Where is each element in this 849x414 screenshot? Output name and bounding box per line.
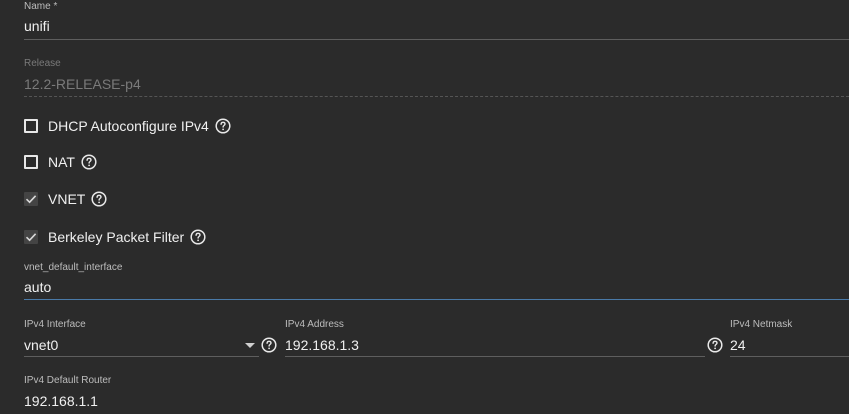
ipv4-default-router-input[interactable]: 192.168.1.1 — [24, 393, 98, 409]
ipv4-address-input[interactable]: 192.168.1.3 — [285, 337, 359, 353]
help-circle-icon[interactable] — [91, 191, 107, 207]
ipv4-netmask-select[interactable]: 24 — [730, 337, 746, 353]
vnet-default-interface-underline — [24, 299, 849, 300]
nat-label: NAT — [48, 154, 75, 170]
ipv4-netmask-label: IPv4 Netmask — [730, 319, 793, 330]
name-input[interactable]: unifi — [24, 18, 50, 34]
bpf-checkbox[interactable] — [24, 230, 38, 244]
dhcp-label: DHCP Autoconfigure IPv4 — [48, 118, 209, 134]
release-label: Release — [24, 58, 61, 69]
vnet-default-interface-input[interactable]: auto — [24, 279, 51, 295]
release-underline — [24, 96, 849, 97]
vnet-label: VNET — [48, 191, 86, 207]
help-circle-icon[interactable] — [261, 337, 277, 353]
help-circle-icon[interactable] — [215, 118, 231, 134]
vnet-checkbox[interactable] — [24, 192, 38, 206]
help-circle-icon[interactable] — [81, 154, 97, 170]
vnet-option[interactable]: VNET — [24, 189, 107, 209]
ipv4-interface-select[interactable]: vnet0 — [24, 337, 58, 353]
ipv4-address-label: IPv4 Address — [285, 319, 344, 330]
nat-checkbox[interactable] — [24, 155, 38, 169]
bpf-option[interactable]: Berkeley Packet Filter — [24, 227, 206, 247]
nat-option[interactable]: NAT — [24, 152, 97, 172]
help-circle-icon[interactable] — [707, 337, 723, 353]
check-icon — [25, 195, 37, 204]
release-input: 12.2-RELEASE-p4 — [24, 76, 141, 92]
ipv4-interface-label: IPv4 Interface — [24, 319, 86, 330]
vnet-default-interface-label: vnet_default_interface — [24, 262, 123, 273]
help-circle-icon[interactable] — [190, 229, 206, 245]
bpf-label: Berkeley Packet Filter — [48, 229, 185, 245]
dhcp-option[interactable]: DHCP Autoconfigure IPv4 — [24, 116, 231, 136]
jail-network-form: Name * unifi Release 12.2-RELEASE-p4 DHC… — [0, 0, 849, 414]
ipv4-default-router-label: IPv4 Default Router — [24, 375, 112, 386]
ipv4-address-underline — [285, 356, 705, 357]
name-label: Name * — [24, 1, 58, 12]
dhcp-checkbox[interactable] — [24, 119, 38, 133]
ipv4-netmask-underline — [730, 356, 849, 357]
check-icon — [25, 233, 37, 242]
name-underline — [24, 39, 849, 40]
caret-down-icon[interactable] — [245, 343, 255, 348]
ipv4-interface-underline — [24, 356, 259, 357]
